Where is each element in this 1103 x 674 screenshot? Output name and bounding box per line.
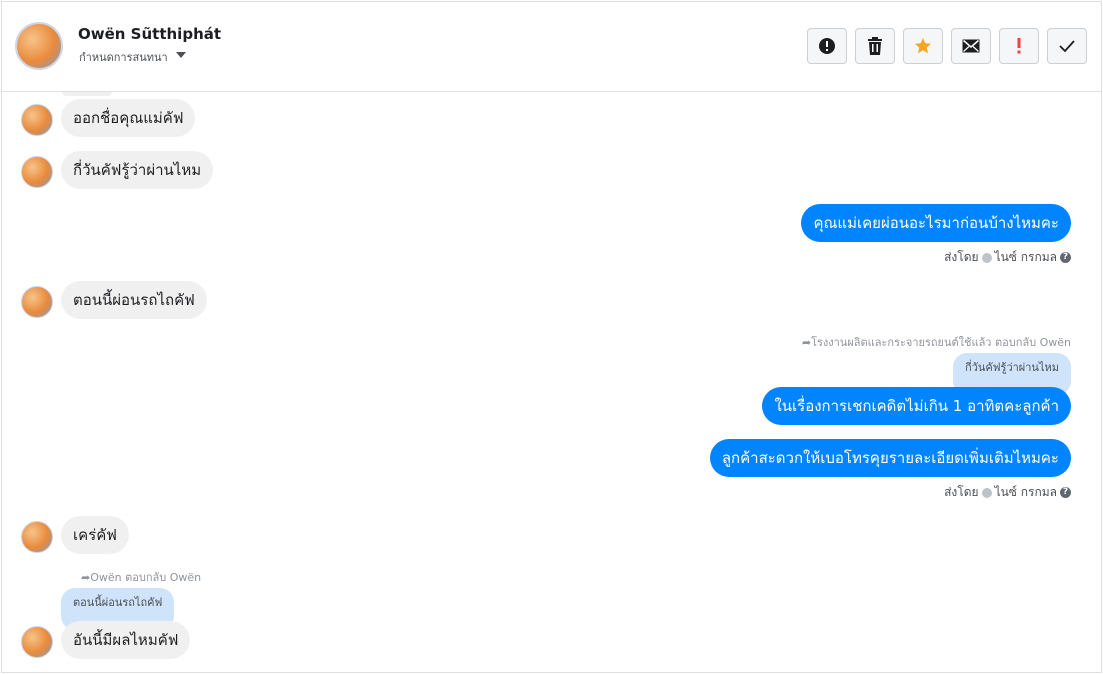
email-button[interactable] xyxy=(951,28,991,64)
conversation-panel: Owën Sũtthiphát กำหนดการสนทนา ออกชื่อคุณ… xyxy=(1,1,1102,673)
incoming-message[interactable]: กี่วันคัฟรู้ว่าผ่านไหม xyxy=(61,151,214,189)
contact-name[interactable]: Owën Sũtthiphát xyxy=(78,25,221,43)
trash-icon xyxy=(868,37,882,55)
reply-arrow-icon: ➦ xyxy=(81,571,91,584)
reply-meta-text: Owën ตอบกลับ Owën xyxy=(90,571,202,584)
alert-button[interactable] xyxy=(807,28,847,64)
star-button[interactable] xyxy=(903,28,943,64)
sender-avatar[interactable] xyxy=(21,104,53,136)
sender-avatar[interactable] xyxy=(21,521,53,553)
previous-message-edge xyxy=(62,92,112,96)
important-button[interactable] xyxy=(999,28,1039,64)
done-button[interactable] xyxy=(1047,28,1087,64)
contact-avatar[interactable] xyxy=(15,22,63,70)
incoming-message[interactable]: อันนี้มีผลไหมคัฟ xyxy=(61,621,191,659)
outgoing-message[interactable]: คุณแม่เคยผ่อนอะไรมาก่อนบ้างไหมคะ xyxy=(801,204,1071,242)
help-icon[interactable]: ? xyxy=(1060,252,1071,263)
envelope-icon xyxy=(962,39,980,53)
incoming-message[interactable]: ออกชื่อคุณแม่คัฟ xyxy=(61,99,196,137)
reply-meta: ➦โรงงานผลิตและกระจายรถยนต์ใช้แล้ว ตอบกลั… xyxy=(802,333,1071,351)
sent-by-name[interactable]: ไนซ์ กรกมล xyxy=(995,483,1057,502)
outgoing-message[interactable]: ลูกค้าสะดวกให้เบอโทรคุยรายละเอียดเพิ่มเต… xyxy=(709,439,1071,477)
outgoing-message[interactable]: ในเรื่องการเชกเคดิตไม่เกิน 1 อาทิตคะลูกค… xyxy=(762,387,1071,425)
sender-avatar[interactable] xyxy=(21,626,53,658)
sender-avatar[interactable] xyxy=(21,286,53,318)
sent-by-label: ส่งโดย ไนซ์ กรกมล ? xyxy=(944,248,1071,267)
check-icon xyxy=(1059,40,1075,52)
reply-meta: ➦Owën ตอบกลับ Owën xyxy=(81,568,201,586)
incoming-message[interactable]: ตอนนี้ผ่อนรถไถคัฟ xyxy=(61,281,207,319)
reply-arrow-icon: ➦ xyxy=(801,336,812,349)
star-icon xyxy=(915,38,931,54)
conversation-status-dropdown-label[interactable]: กำหนดการสนทนา xyxy=(79,48,168,66)
sent-by-label: ส่งโดย ไนซ์ กรกมล ? xyxy=(944,483,1071,502)
check-badge-icon xyxy=(981,487,992,498)
help-icon[interactable]: ? xyxy=(1060,487,1071,498)
conversation-header: Owën Sũtthiphát กำหนดการสนทนา xyxy=(2,2,1101,92)
chevron-down-icon[interactable] xyxy=(176,52,186,58)
sent-by-name[interactable]: ไนซ์ กรกมล xyxy=(995,248,1057,267)
exclamation-circle-icon xyxy=(819,38,835,54)
reply-meta-text: โรงงานผลิตและกระจายรถยนต์ใช้แล้ว ตอบกลับ… xyxy=(811,336,1071,349)
sent-by-prefix: ส่งโดย xyxy=(944,250,979,264)
incoming-message[interactable]: เคร่คัฟ xyxy=(61,516,129,554)
sender-avatar[interactable] xyxy=(21,156,53,188)
exclamation-icon xyxy=(1017,38,1021,54)
sent-by-prefix: ส่งโดย xyxy=(944,485,979,499)
delete-button[interactable] xyxy=(855,28,895,64)
check-badge-icon xyxy=(981,252,992,263)
